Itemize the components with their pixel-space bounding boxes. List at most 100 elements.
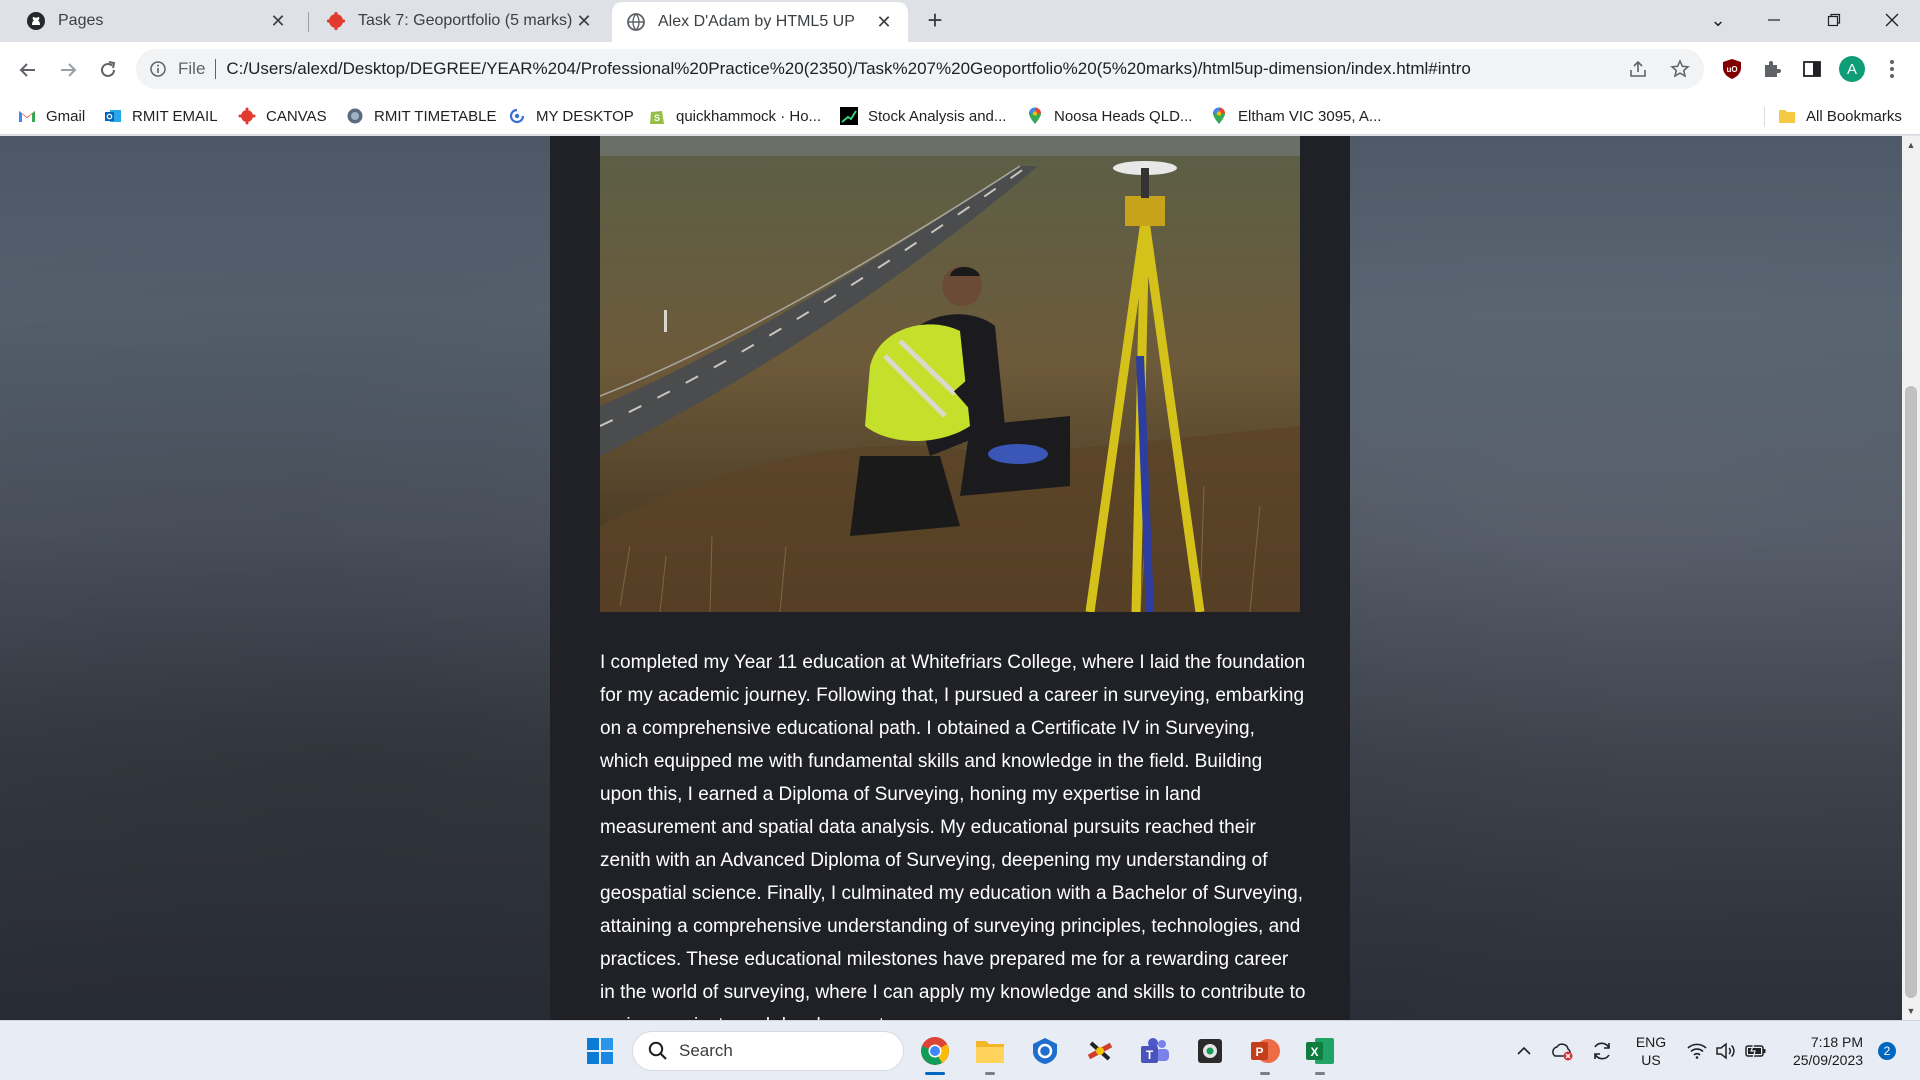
map-pin-icon (1026, 107, 1044, 125)
bookmark-stock-analysis[interactable]: Stock Analysis and... (840, 103, 1006, 129)
ublock-extension-icon[interactable]: uO (1717, 54, 1747, 84)
close-tab-icon[interactable]: ✕ (874, 12, 894, 32)
bookmark-label: Eltham VIC 3095, A... (1238, 107, 1382, 125)
search-placeholder: Search (679, 1041, 733, 1060)
clock-time: 7:18 PM (1810, 1034, 1864, 1050)
timetable-icon (346, 107, 364, 125)
profile-initial: A (1846, 60, 1857, 78)
notification-badge[interactable]: 2 (1876, 1033, 1898, 1069)
taskbar-teams[interactable]: T (1135, 1031, 1175, 1071)
forward-button[interactable] (52, 54, 84, 86)
tab-pages[interactable]: Pages ✕ (12, 0, 302, 42)
tab-task7[interactable]: Task 7: Geoportfolio (5 marks) ✕ (312, 0, 608, 42)
running-indicator (985, 1072, 995, 1075)
tab-alex-dadam[interactable]: Alex D'Adam by HTML5 UP ✕ (612, 2, 908, 42)
bookmark-my-desktop[interactable]: MY DESKTOP (508, 103, 634, 129)
gmail-icon (18, 107, 36, 125)
bookmark-label: Stock Analysis and... (868, 107, 1007, 125)
bookmark-rmit-timetable[interactable]: RMIT TIMETABLE (346, 103, 497, 129)
language-line1: ENG (1635, 1034, 1667, 1050)
tab-search-icon[interactable]: ⌄ (1690, 0, 1746, 40)
bookmark-label: RMIT EMAIL (132, 107, 218, 125)
bookmark-quickhammock[interactable]: S quickhammock · Ho... (648, 103, 821, 129)
taskbar-app-tools[interactable] (1080, 1031, 1120, 1071)
bookmark-label: CANVAS (266, 107, 327, 125)
notification-count: 2 (1878, 1042, 1896, 1060)
bookmark-label: quickhammock · Ho... (676, 107, 822, 125)
tab-strip: Pages ✕ Task 7: Geoportfolio (5 marks) ✕… (0, 0, 1920, 42)
volume-icon[interactable] (1712, 1033, 1738, 1069)
bookmark-rmit-email[interactable]: RMIT EMAIL (104, 103, 218, 129)
clock[interactable]: 7:18 PM 25/09/2023 (1782, 1033, 1874, 1069)
start-button[interactable] (580, 1031, 620, 1071)
taskbar-snipping-tool[interactable] (1190, 1031, 1230, 1071)
bookmark-label: RMIT TIMETABLE (374, 107, 497, 125)
running-indicator (1260, 1072, 1270, 1075)
shopify-icon: S (648, 107, 666, 125)
side-panel-icon[interactable] (1797, 54, 1827, 84)
running-indicator (1315, 1072, 1325, 1075)
taskbar-chrome[interactable] (915, 1031, 955, 1075)
back-button[interactable] (12, 54, 44, 86)
bookmark-gmail[interactable]: Gmail (18, 103, 85, 129)
browser-toolbar: File C:/Users/alexd/Desktop/DEGREE/YEAR%… (0, 42, 1920, 97)
info-icon[interactable] (148, 59, 168, 79)
svg-text:X: X (1310, 1045, 1318, 1059)
bookmark-label: MY DESKTOP (536, 107, 634, 125)
sync-icon[interactable] (1588, 1033, 1616, 1069)
scroll-down-arrow-icon[interactable]: ▼ (1902, 1002, 1920, 1020)
close-tab-icon[interactable]: ✕ (574, 11, 594, 31)
restore-button[interactable] (1806, 0, 1862, 40)
menu-kebab-icon[interactable] (1877, 54, 1907, 84)
close-window-button[interactable] (1864, 0, 1920, 40)
taskbar-excel[interactable]: X (1300, 1031, 1340, 1075)
bookmark-eltham[interactable]: Eltham VIC 3095, A... (1210, 103, 1381, 129)
surveyor-photo (600, 136, 1300, 612)
extensions-puzzle-icon[interactable] (1757, 54, 1787, 84)
bookmark-noosa-heads[interactable]: Noosa Heads QLD... (1026, 103, 1192, 129)
battery-icon[interactable] (1742, 1033, 1770, 1069)
intro-article: I completed my Year 11 education at Whit… (550, 136, 1350, 1020)
desktop-icon (508, 107, 526, 125)
wifi-icon[interactable] (1684, 1033, 1710, 1069)
show-hidden-icons-chevron-icon[interactable] (1512, 1033, 1536, 1069)
language-indicator[interactable]: ENG US (1628, 1033, 1674, 1069)
github-icon (26, 11, 46, 31)
bookmark-canvas[interactable]: CANVAS (238, 103, 327, 129)
svg-text:S: S (654, 113, 660, 123)
address-bar[interactable]: File C:/Users/alexd/Desktop/DEGREE/YEAR%… (136, 49, 1704, 89)
bookmark-label: Gmail (46, 107, 86, 125)
scroll-thumb[interactable] (1905, 386, 1917, 998)
svg-text:uO: uO (1726, 65, 1737, 74)
close-tab-icon[interactable]: ✕ (268, 11, 288, 31)
taskbar-search[interactable]: Search (632, 1031, 904, 1071)
bookmarks-divider (1764, 107, 1765, 127)
bookmark-star-icon[interactable] (1668, 57, 1692, 81)
running-indicator (925, 1072, 945, 1075)
tab-label: Task 7: Geoportfolio (5 marks) (358, 12, 573, 29)
profile-avatar[interactable]: A (1837, 54, 1867, 84)
taskbar-powerpoint[interactable]: P (1245, 1031, 1285, 1075)
taskbar-app-shield[interactable] (1025, 1031, 1065, 1071)
page-scrollbar[interactable]: ▲ ▼ (1902, 136, 1920, 1020)
bookmark-label: Noosa Heads QLD... (1054, 107, 1193, 125)
taskbar-file-explorer[interactable] (970, 1031, 1010, 1075)
education-paragraph: I completed my Year 11 education at Whit… (600, 652, 1306, 1020)
tab-label: Alex D'Adam by HTML5 UP (658, 13, 855, 30)
folder-icon (1778, 107, 1796, 125)
all-bookmarks-button[interactable]: All Bookmarks (1778, 103, 1902, 129)
search-icon (647, 1040, 669, 1062)
tab-label: Pages (58, 12, 104, 29)
onedrive-error-icon[interactable] (1548, 1033, 1576, 1069)
url-text[interactable]: C:/Users/alexd/Desktop/DEGREE/YEAR%204/P… (226, 59, 1470, 79)
reload-button[interactable] (92, 54, 124, 86)
language-line2: US (1641, 1052, 1661, 1068)
share-icon[interactable] (1626, 57, 1650, 81)
scroll-up-arrow-icon[interactable]: ▲ (1902, 136, 1920, 154)
new-tab-button[interactable]: + (922, 7, 948, 34)
svg-text:T: T (1146, 1048, 1154, 1062)
canvas-icon (238, 107, 256, 125)
map-pin-icon (1210, 107, 1228, 125)
scheme-label: File (178, 59, 206, 78)
minimize-button[interactable] (1746, 0, 1802, 40)
